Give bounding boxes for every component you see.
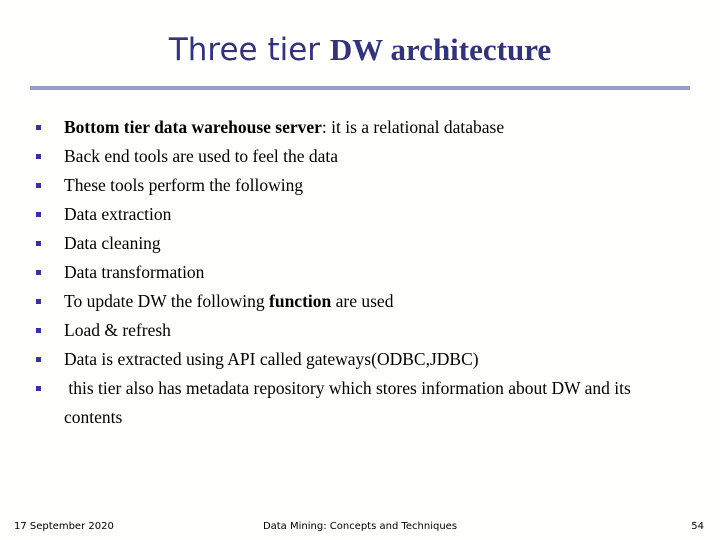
page-title-bold: DW architecture	[329, 32, 552, 67]
square-bullet-icon	[36, 386, 41, 391]
list-item: Data extraction	[0, 200, 720, 229]
list-item: this tier also has metadata repository w…	[0, 374, 720, 432]
list-item-text: These tools perform the following	[64, 175, 304, 195]
list-item-text: Data cleaning	[64, 233, 161, 253]
list-item: Data transformation	[0, 258, 720, 287]
list-item-text: Back end tools are used to feel the data	[64, 146, 339, 166]
list-item-text: To update DW the following	[64, 291, 270, 311]
list-item-label: To update DW the following function are …	[64, 287, 690, 316]
list-item-emphasis: function	[269, 291, 332, 311]
list-item-label: this tier also has metadata repository w…	[64, 374, 690, 432]
list-item: These tools perform the following	[0, 171, 720, 200]
list-item-label: Bottom tier data warehouse server: it is…	[64, 113, 690, 142]
list-item-label: Back end tools are used to feel the data	[64, 142, 690, 171]
page-title: Three tier DW architecture	[0, 32, 720, 68]
list-item: Load & refresh	[0, 316, 720, 345]
square-bullet-icon	[36, 212, 41, 217]
slide: Three tier DW architecture Bottom tier d…	[0, 0, 720, 540]
square-bullet-icon	[36, 241, 41, 246]
list-item-text: : it is a relational database	[321, 117, 505, 137]
bullet-list: Bottom tier data warehouse server: it is…	[0, 113, 720, 432]
list-item-label: These tools perform the following	[64, 171, 690, 200]
list-item-label: Data cleaning	[64, 229, 690, 258]
square-bullet-icon	[36, 183, 41, 188]
list-item-label: Data extraction	[64, 200, 690, 229]
footer-course-title: Data Mining: Concepts and Techniques	[262, 521, 458, 532]
list-item: Bottom tier data warehouse server: it is…	[0, 113, 720, 142]
slide-footer: 17 September 2020 Data Mining: Concepts …	[0, 521, 720, 537]
square-bullet-icon	[36, 299, 41, 304]
list-item-label: Load & refresh	[64, 316, 690, 345]
list-item-text: this tier also has metadata repository w…	[64, 378, 636, 427]
list-item-text: Data is extracted using API called gatew…	[64, 349, 479, 369]
title-divider	[30, 86, 690, 90]
list-item-text: Load & refresh	[64, 320, 171, 340]
list-item-label: Data transformation	[64, 258, 690, 287]
list-item-label: Data is extracted using API called gatew…	[64, 345, 690, 374]
list-item: To update DW the following function are …	[0, 287, 720, 316]
list-item: Data cleaning	[0, 229, 720, 258]
list-item: Back end tools are used to feel the data	[0, 142, 720, 171]
page-title-plain: Three tier	[168, 32, 330, 68]
list-item-text: Data transformation	[64, 262, 205, 282]
list-item-text: Data extraction	[64, 204, 172, 224]
square-bullet-icon	[36, 270, 41, 275]
square-bullet-icon	[36, 357, 41, 362]
square-bullet-icon	[36, 125, 41, 130]
list-item: Data is extracted using API called gatew…	[0, 345, 720, 374]
list-item-emphasis: Bottom tier data warehouse server	[64, 117, 322, 137]
square-bullet-icon	[36, 328, 41, 333]
square-bullet-icon	[36, 154, 41, 159]
footer-page-number: 54	[691, 521, 704, 532]
list-item-text: are used	[331, 291, 394, 311]
